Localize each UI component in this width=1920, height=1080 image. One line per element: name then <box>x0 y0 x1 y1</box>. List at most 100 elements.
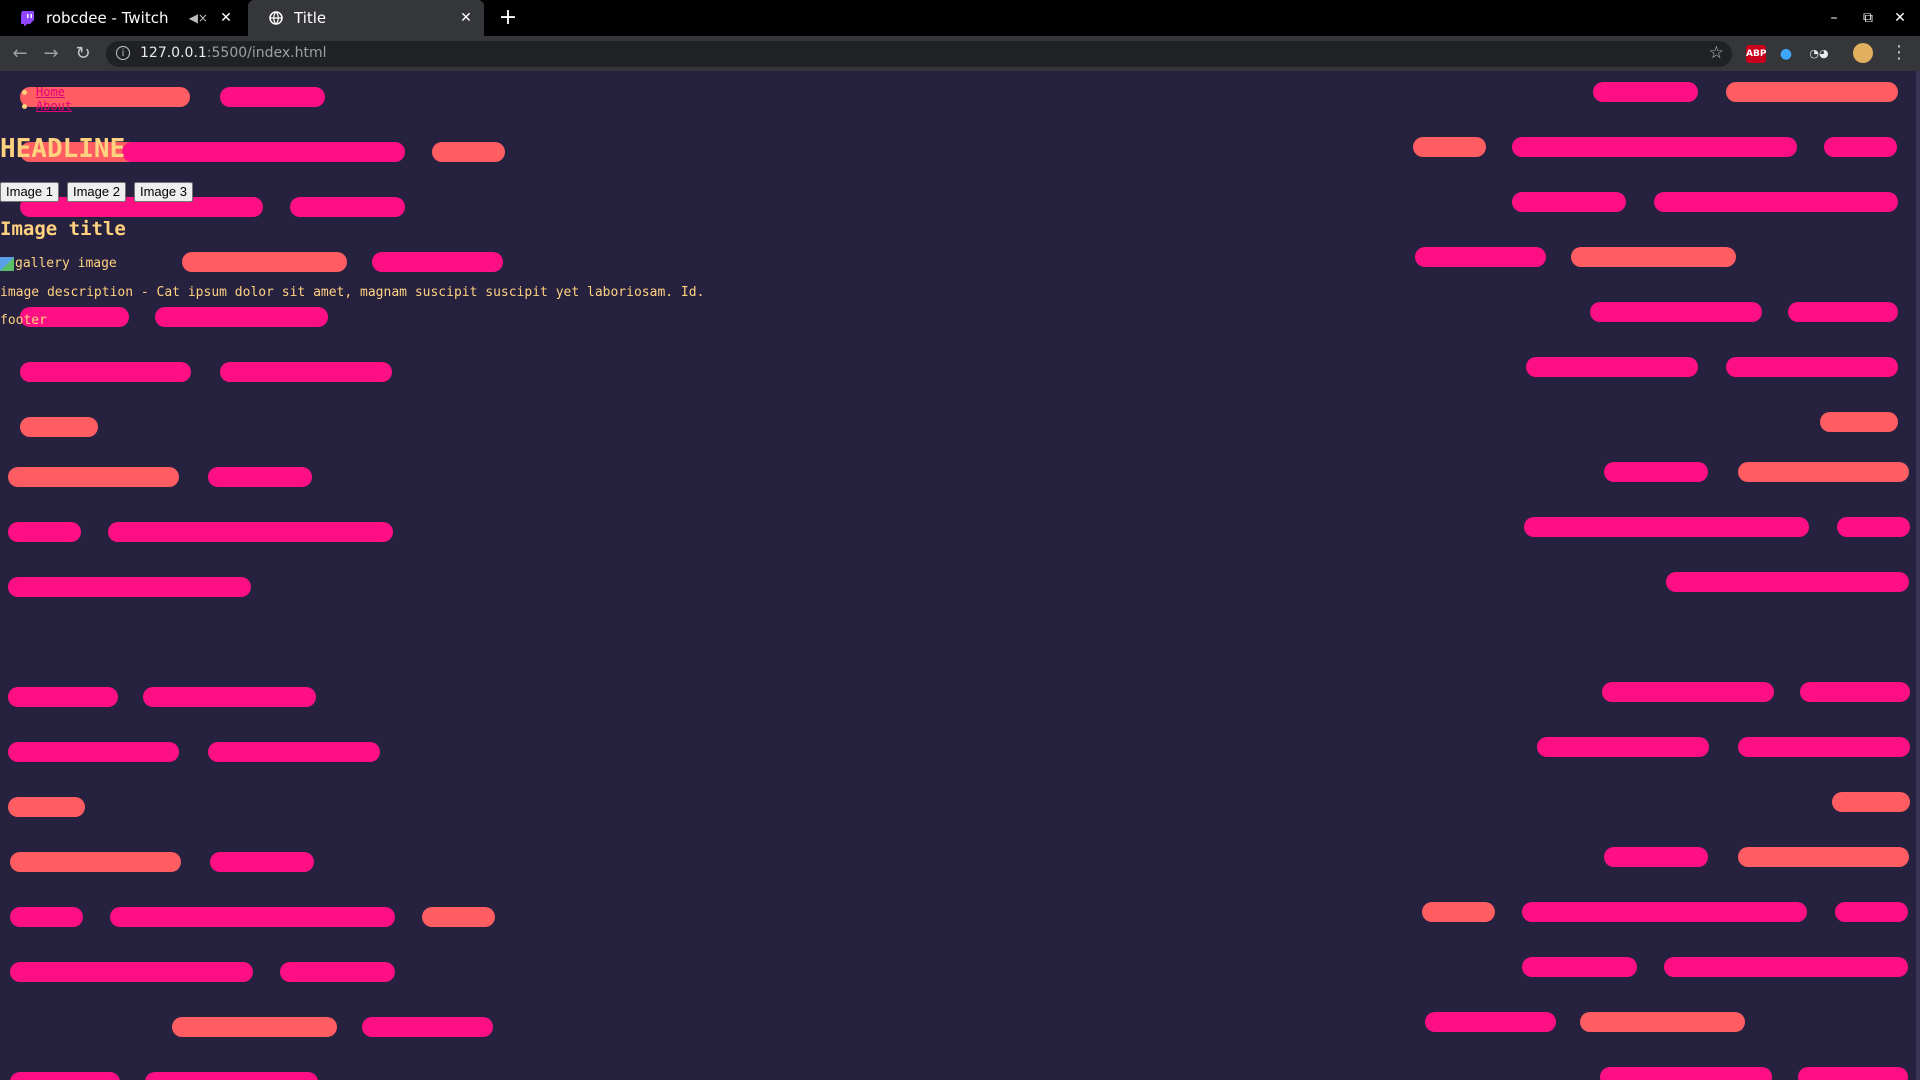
minimize-button[interactable]: – <box>1824 8 1844 28</box>
url-text[interactable]: 127.0.0.1:5500/index.html <box>140 45 327 61</box>
gallery-image-alt: gallery image <box>15 256 117 271</box>
forward-arrow-icon[interactable]: → <box>40 43 62 65</box>
decorative-pill <box>1824 137 1897 157</box>
tab-close-icon[interactable]: ✕ <box>218 10 234 26</box>
reload-icon[interactable]: ↻ <box>72 43 94 65</box>
decorative-pill <box>8 522 81 542</box>
decorative-pill <box>1738 737 1910 757</box>
decorative-pill <box>1415 247 1546 267</box>
close-window-button[interactable]: ✕ <box>1890 8 1910 28</box>
decorative-pill <box>280 962 395 982</box>
decorative-pill <box>220 362 392 382</box>
decorative-pill <box>8 577 251 597</box>
image-2-button[interactable]: Image 2 <box>66 182 126 202</box>
decorative-pill <box>210 852 314 872</box>
tab-twitch[interactable]: robcdee - Twitch ◀︎× ✕ <box>0 0 244 36</box>
decorative-pill <box>10 962 253 982</box>
decorative-pill <box>1798 1067 1908 1080</box>
decorative-pill <box>1571 247 1736 267</box>
decorative-pill <box>1425 1012 1556 1032</box>
decorative-pill <box>1604 462 1708 482</box>
tab-close-icon[interactable]: ✕ <box>458 10 474 26</box>
decorative-pill <box>208 467 312 487</box>
decorative-pill <box>8 742 179 762</box>
decorative-pill <box>10 852 181 872</box>
page-viewport: Home About HEADLINE Image 1 Image 2 Imag… <box>0 71 1920 1080</box>
nav-link-home[interactable]: Home <box>36 85 65 99</box>
decorative-pill <box>1422 902 1495 922</box>
decorative-pill <box>422 907 495 927</box>
browser-menu-icon[interactable]: ⋮ <box>1890 42 1908 63</box>
nav-item-home: Home <box>22 85 72 99</box>
adblock-extension-icon[interactable]: ABP <box>1746 45 1766 63</box>
decorative-pill <box>1726 82 1898 102</box>
decorative-pill <box>1832 792 1910 812</box>
decorative-pill <box>432 142 505 162</box>
new-tab-button[interactable]: + <box>496 6 520 30</box>
page-headline: HEADLINE <box>0 134 126 164</box>
image-title: Image title <box>0 218 126 240</box>
info-icon[interactable]: i <box>116 46 130 60</box>
decorative-pill <box>172 1017 337 1037</box>
decorative-pill <box>10 907 83 927</box>
decorative-pill <box>8 797 85 817</box>
decorative-pill <box>220 87 325 107</box>
decorative-pill <box>290 197 405 217</box>
tab-title-page[interactable]: Title ✕ <box>248 0 484 36</box>
decorative-pill <box>1512 192 1626 212</box>
profile-avatar[interactable] <box>1853 43 1873 63</box>
decorative-pill <box>372 252 503 272</box>
decorative-pill <box>108 522 393 542</box>
nav-list: Home About <box>22 85 72 113</box>
decorative-pill <box>1602 682 1774 702</box>
address-bar[interactable]: i 127.0.0.1:5500/index.html ☆ <box>106 41 1732 67</box>
decorative-pill <box>10 1072 120 1080</box>
nav-item-about: About <box>22 99 72 113</box>
nav-link-about[interactable]: About <box>36 99 72 113</box>
decorative-pill <box>20 417 98 437</box>
decorative-pill <box>1788 302 1898 322</box>
decorative-pill <box>1590 302 1762 322</box>
muted-speaker-icon[interactable]: ◀︎× <box>189 11 208 25</box>
page-footer: footer <box>0 313 47 328</box>
droplet-extension-icon[interactable]: ● <box>1778 45 1794 63</box>
decorative-pill <box>1600 1067 1772 1080</box>
broken-image-icon <box>0 256 14 271</box>
decorative-pill <box>8 467 179 487</box>
maximize-button[interactable]: ⧉ <box>1858 8 1878 28</box>
tab-title: Title <box>294 9 327 27</box>
decorative-pill <box>182 252 347 272</box>
decorative-pill <box>110 907 395 927</box>
scrollbar[interactable] <box>1916 71 1920 1080</box>
decorative-pill <box>1837 517 1910 537</box>
decorative-pill <box>1800 682 1910 702</box>
decorative-pill <box>208 742 380 762</box>
decorative-pill <box>1413 137 1486 157</box>
tab-title: robcdee - Twitch <box>46 9 169 27</box>
decorative-pill <box>1738 847 1909 867</box>
decorative-pill <box>1820 412 1898 432</box>
decorative-pill <box>1835 902 1908 922</box>
back-arrow-icon[interactable]: ← <box>9 43 31 65</box>
decorative-pill <box>1512 137 1797 157</box>
decorative-pill <box>1522 957 1637 977</box>
glasses-extension-icon[interactable]: ◔◕ <box>1809 45 1829 63</box>
decorative-pill <box>1526 357 1698 377</box>
bookmark-star-icon[interactable]: ☆ <box>1709 43 1724 63</box>
image-3-button[interactable]: Image 3 <box>133 182 193 202</box>
decorative-pill <box>1524 517 1809 537</box>
decorative-pill <box>1580 1012 1745 1032</box>
decorative-pill <box>145 1072 318 1080</box>
gallery-image: gallery image <box>0 256 117 271</box>
globe-icon <box>268 10 284 26</box>
tab-strip: robcdee - Twitch ◀︎× ✕ Title ✕ + – ⧉ ✕ <box>0 0 1920 36</box>
bullet-icon <box>22 103 27 109</box>
decorative-pill <box>155 307 328 327</box>
decorative-pill <box>1726 357 1898 377</box>
twitch-icon <box>20 10 36 26</box>
image-button-row: Image 1 Image 2 Image 3 <box>0 182 193 202</box>
image-1-button[interactable]: Image 1 <box>0 182 59 202</box>
decorative-pill <box>1604 847 1708 867</box>
decorative-pill <box>1664 957 1908 977</box>
decorative-pill <box>1537 737 1709 757</box>
